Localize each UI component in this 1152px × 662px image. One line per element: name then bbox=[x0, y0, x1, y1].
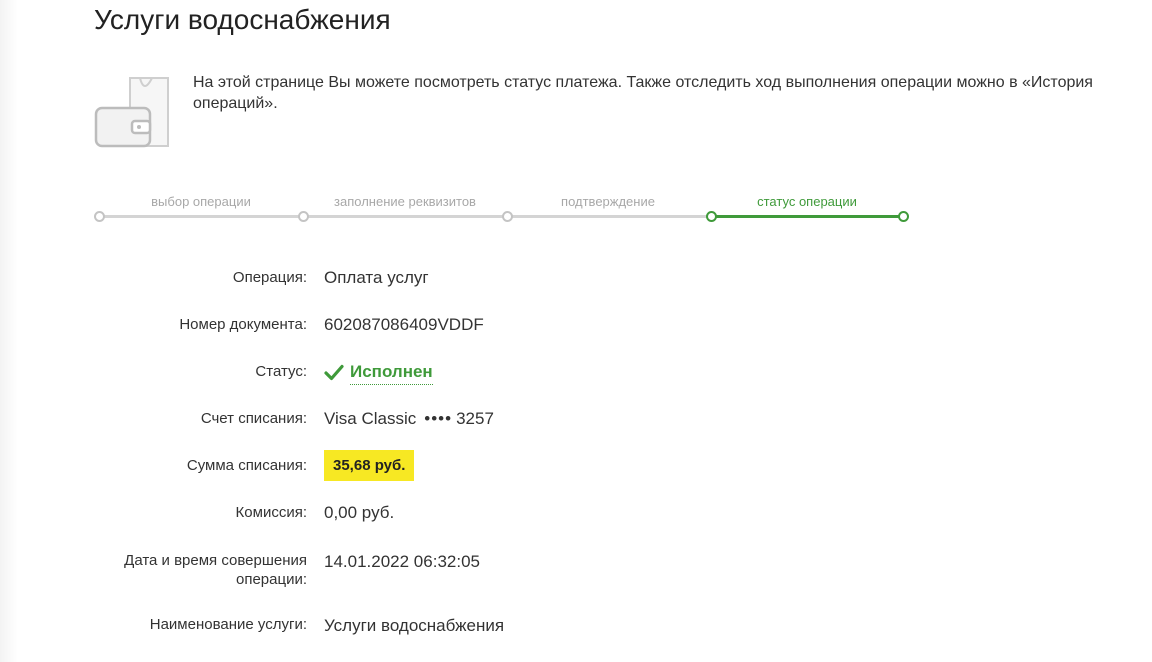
detail-label: Дата и время совершения операции: bbox=[124, 552, 307, 588]
card-name: Visa Classic bbox=[324, 409, 417, 428]
page-title: Услуги водоснабжения bbox=[94, 4, 391, 35]
left-edge-shadow bbox=[0, 0, 18, 662]
progress-stepper: выбор операции заполнение реквизитов под… bbox=[94, 190, 914, 230]
info-block: На этой странице Вы можете посмотреть ст… bbox=[94, 68, 1152, 158]
detail-label: Наименование услуги: bbox=[149, 616, 307, 633]
step-dot-3 bbox=[502, 211, 513, 222]
wallet-icon bbox=[94, 72, 174, 152]
detail-value-operation: Оплата услуг bbox=[324, 268, 429, 287]
detail-label: Сумма списания: bbox=[186, 457, 307, 474]
payment-status-page: Услуги водоснабжения На этой странице Вы… bbox=[0, 0, 1152, 662]
detail-label: Операция: bbox=[232, 269, 307, 286]
status-link[interactable]: Исполнен bbox=[350, 361, 433, 385]
step-label-select-operation: выбор операции bbox=[151, 194, 251, 209]
step-dot-4 bbox=[706, 211, 717, 222]
info-text: На этой странице Вы можете посмотреть ст… bbox=[193, 74, 1093, 112]
step-label-confirmation: подтверждение bbox=[561, 194, 655, 209]
detail-value-commission: 0,00 руб. bbox=[324, 503, 395, 522]
detail-value-amount: 35,68 руб. bbox=[324, 450, 415, 481]
step-label-operation-status: статус операции bbox=[757, 194, 857, 209]
amount-badge: 35,68 руб. bbox=[324, 450, 415, 481]
check-icon bbox=[324, 364, 344, 382]
card-mask: •••• bbox=[424, 409, 453, 428]
card-last4: 3257 bbox=[456, 409, 494, 428]
detail-value-document-number: 602087086409VDDF bbox=[324, 315, 484, 334]
step-line-completed bbox=[99, 215, 711, 218]
detail-value-status: Исполнен bbox=[324, 361, 433, 385]
step-dot-1 bbox=[94, 211, 105, 222]
step-label-fill-details: заполнение реквизитов bbox=[334, 194, 476, 209]
detail-value-datetime: 14.01.2022 06:32:05 bbox=[324, 552, 480, 571]
detail-label: Счет списания: bbox=[200, 410, 307, 427]
step-dot-2 bbox=[298, 211, 309, 222]
step-dot-end bbox=[898, 211, 909, 222]
detail-value-service-name: Услуги водоснабжения bbox=[324, 616, 505, 635]
detail-value-account: Visa Classic •••• 3257 bbox=[324, 408, 494, 430]
step-line-active bbox=[711, 215, 904, 218]
detail-label: Номер документа: bbox=[179, 316, 307, 333]
detail-label: Комиссия: bbox=[235, 504, 307, 521]
detail-label: Статус: bbox=[255, 363, 307, 380]
